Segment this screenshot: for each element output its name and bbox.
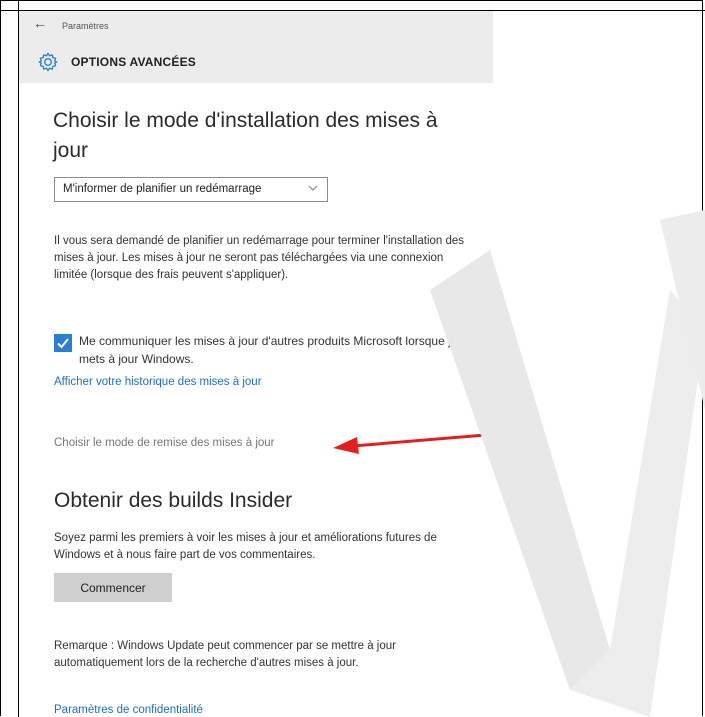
breadcrumb[interactable]: Paramètres bbox=[62, 21, 109, 31]
start-insider-button[interactable]: Commencer bbox=[54, 573, 172, 602]
gear-icon bbox=[38, 52, 58, 72]
checkmark-icon bbox=[57, 338, 69, 349]
install-mode-select[interactable]: M'informer de planifier un redémarrage bbox=[54, 177, 328, 202]
watermark-logo bbox=[430, 210, 705, 717]
install-mode-selected-value: M'informer de planifier un redémarrage bbox=[63, 183, 262, 195]
privacy-settings-link[interactable]: Paramètres de confidentialité bbox=[54, 704, 203, 716]
settings-header: ← Paramètres OPTIONS AVANCÉES bbox=[19, 11, 493, 83]
insider-description: Soyez parmi les premiers à voir les mise… bbox=[54, 532, 437, 561]
settings-window: ← Paramètres OPTIONS AVANCÉES Choisir le… bbox=[19, 11, 493, 717]
update-history-link[interactable]: Afficher votre historique des mises à jo… bbox=[54, 376, 262, 388]
back-arrow-icon[interactable]: ← bbox=[33, 15, 47, 31]
page-title: OPTIONS AVANCÉES bbox=[71, 55, 196, 69]
insider-heading: Obtenir des builds Insider bbox=[54, 489, 293, 512]
delivery-mode-link[interactable]: Choisir le mode de remise des mises à jo… bbox=[54, 437, 275, 449]
windows-update-note: Remarque : Windows Update peut commencer… bbox=[54, 640, 396, 669]
install-mode-heading: Choisir le mode d'installation des mises… bbox=[53, 109, 438, 162]
microsoft-updates-checkbox[interactable] bbox=[54, 334, 72, 352]
microsoft-updates-label[interactable]: Me communiquer les mises à jour d'autres… bbox=[79, 332, 479, 368]
chevron-down-icon bbox=[308, 185, 318, 191]
install-mode-description: Il vous sera demandé de planifier un red… bbox=[54, 235, 465, 281]
